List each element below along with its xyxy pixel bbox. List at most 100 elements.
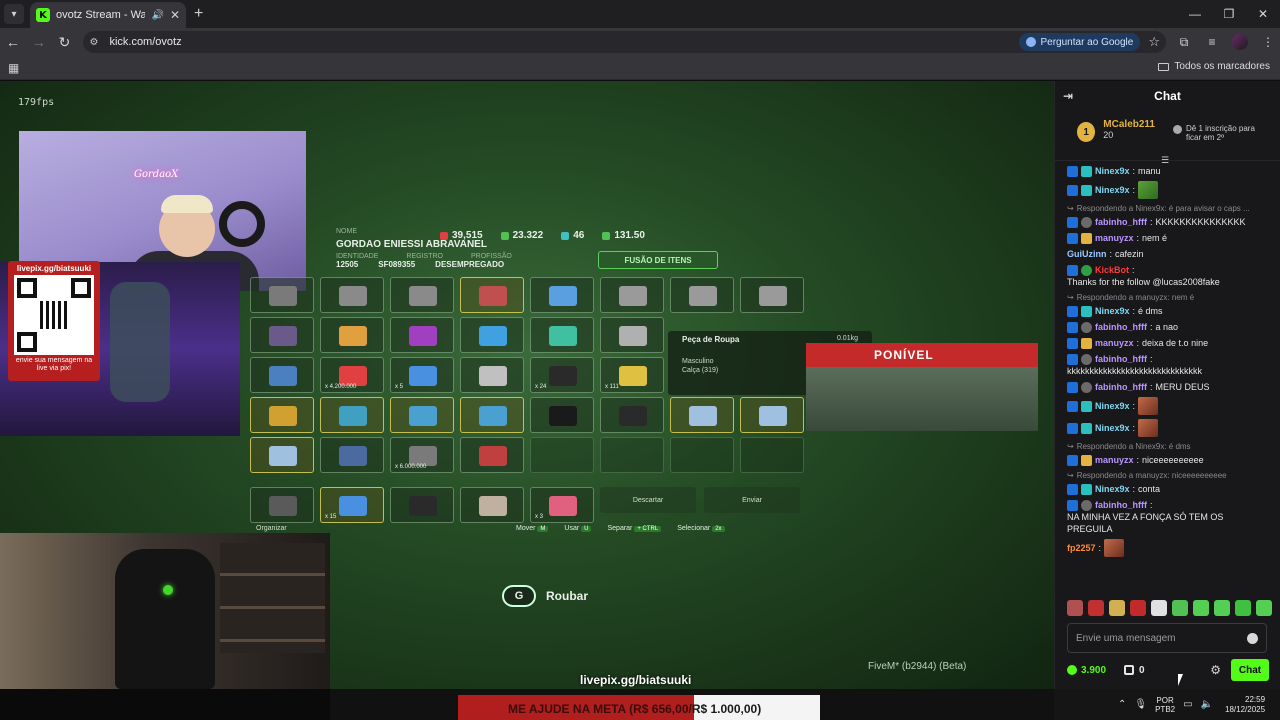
chat-settings-gear-icon[interactable]: ⚙	[1210, 663, 1221, 677]
chat-message[interactable]: fabinho_hfff: KKKKKKKKKKKKKKK	[1067, 216, 1269, 228]
collapse-chat-icon[interactable]: ⇥	[1063, 89, 1073, 103]
chat-username[interactable]: manuyzx	[1095, 454, 1134, 466]
chat-username[interactable]: Ninex9x	[1095, 305, 1130, 317]
chat-message[interactable]: manuyzx: niceeeeeeeeee	[1067, 454, 1269, 466]
chat-message[interactable]: GuiUzinn: cafezin	[1067, 248, 1269, 260]
chat-username[interactable]: Ninex9x	[1095, 184, 1130, 196]
chat-username[interactable]: fabinho_hfff	[1095, 321, 1147, 333]
ask-google-button[interactable]: Perguntar ao Google	[1019, 33, 1141, 51]
extensions-puzzle-icon[interactable]: ⧉	[1172, 30, 1196, 54]
inventory-slot[interactable]	[460, 437, 524, 473]
inventory-slot[interactable]	[740, 397, 804, 433]
tab-kick-stream[interactable]: K ovotz Stream - Watch Live o 🔊 ✕	[30, 2, 186, 28]
inventory-slot[interactable]	[530, 397, 594, 433]
inventory-slot-empty[interactable]	[740, 437, 804, 473]
inventory-slot[interactable]: x 111	[600, 357, 664, 393]
inventory-slot[interactable]	[600, 317, 664, 353]
inventory-slot[interactable]	[320, 397, 384, 433]
minimize-icon[interactable]: —	[1178, 0, 1212, 28]
chat-message[interactable]: Ninex9x:	[1067, 419, 1269, 437]
chat-message[interactable]: fabinho_hfff: kkkkkkkkkkkkkkkkkkkkkkkkkkk…	[1067, 353, 1269, 377]
inventory-slot[interactable]	[740, 277, 804, 313]
chat-username[interactable]: GuiUzinn	[1067, 248, 1107, 260]
hotbar-slot-2[interactable]: x 15	[320, 487, 384, 523]
enviar-button[interactable]: Enviar	[704, 487, 800, 513]
inventory-slot[interactable]	[250, 277, 314, 313]
inventory-slot-empty[interactable]	[600, 437, 664, 473]
chat-message[interactable]: fabinho_hfff: MERU DEUS	[1067, 381, 1269, 393]
chat-username[interactable]: fabinho_hfff	[1095, 353, 1147, 365]
gift-subs[interactable]: 0	[1124, 665, 1145, 676]
chat-username[interactable]: fp2257	[1067, 542, 1096, 554]
inventory-slot-empty[interactable]	[670, 437, 734, 473]
chevron-up-icon[interactable]: ⌃	[1118, 699, 1126, 710]
chat-message-input[interactable]: Envie uma mensagem	[1067, 623, 1267, 653]
chat-message[interactable]: Ninex9x:	[1067, 181, 1269, 199]
hotbar-slot-1[interactable]	[250, 487, 314, 523]
all-bookmarks-button[interactable]: Todos os marcadores	[1158, 61, 1270, 72]
emote-icon[interactable]	[1130, 600, 1146, 616]
forward-arrow-icon[interactable]: →	[26, 29, 52, 55]
inventory-slot[interactable]	[670, 277, 734, 313]
chat-username[interactable]: fabinho_hfff	[1095, 499, 1147, 511]
hotbar-slot-3[interactable]	[390, 487, 454, 523]
kebab-menu-icon[interactable]: ⋮	[1256, 30, 1280, 54]
restore-icon[interactable]: ❐	[1212, 0, 1246, 28]
emote-icon[interactable]	[1088, 600, 1104, 616]
reload-icon[interactable]: ↻	[52, 29, 78, 55]
channel-points[interactable]: 3.900	[1067, 665, 1106, 676]
hotbar-slot-4[interactable]	[460, 487, 524, 523]
inventory-slot-empty[interactable]	[530, 437, 594, 473]
chat-message[interactable]: fp2257:	[1067, 539, 1269, 557]
gift-leaderboard[interactable]: 1 MCaleb211 20 Dê 1 inscrição para ficar…	[1055, 111, 1280, 161]
chat-username[interactable]: KickBot	[1095, 264, 1129, 276]
inventory-slot[interactable]	[320, 437, 384, 473]
stream-video[interactable]: 179fps GordaoX livepix.gg/biatsuuki envi…	[0, 81, 1054, 689]
inventory-slot[interactable]	[530, 317, 594, 353]
inventory-slot[interactable]	[250, 317, 314, 353]
chat-username[interactable]: manuyzx	[1095, 232, 1134, 244]
chat-username[interactable]: Ninex9x	[1095, 400, 1130, 412]
clock[interactable]: 22:59 18/12/2025	[1225, 695, 1265, 715]
inventory-slot[interactable]	[390, 317, 454, 353]
media-playlist-icon[interactable]: ≡	[1200, 30, 1224, 54]
inventory-slot[interactable]	[460, 317, 524, 353]
address-bar[interactable]: ⚙ kick.com/ovotz Perguntar ao Google ☆	[83, 31, 1166, 53]
url-text[interactable]: kick.com/ovotz	[109, 36, 1019, 48]
emote-icon[interactable]	[1151, 600, 1167, 616]
inventory-slot[interactable]	[460, 277, 524, 313]
chat-username[interactable]: Ninex9x	[1095, 165, 1130, 177]
inventory-slot[interactable]: x 4.200.000	[320, 357, 384, 393]
microphone-icon[interactable]: 🎙	[1134, 699, 1147, 710]
tab-close-icon[interactable]: ✕	[170, 8, 180, 22]
emote-icon[interactable]	[1172, 600, 1188, 616]
inventory-slot[interactable]: x 24	[530, 357, 594, 393]
inventory-slot[interactable]	[530, 277, 594, 313]
speaker-icon[interactable]: 🔊	[151, 10, 163, 21]
descartar-button[interactable]: Descartar	[600, 487, 696, 513]
inventory-slot[interactable]	[250, 437, 314, 473]
chat-username[interactable]: Ninex9x	[1095, 422, 1130, 434]
inventory-slot[interactable]	[250, 397, 314, 433]
chat-message[interactable]: Ninex9x: é dms	[1067, 305, 1269, 317]
chat-message[interactable]: Ninex9x:	[1067, 397, 1269, 415]
leader-cta[interactable]: Dê 1 inscrição para ficar em 2º	[1173, 124, 1266, 160]
chat-username[interactable]: fabinho_hfff	[1095, 381, 1147, 393]
site-info-icon[interactable]: ⚙	[89, 37, 103, 48]
organizar-button[interactable]: Organizar	[256, 525, 287, 532]
send-chat-button[interactable]: Chat	[1231, 659, 1269, 681]
apps-grid-icon[interactable]: ▦	[8, 61, 19, 75]
emote-icon[interactable]	[1214, 600, 1230, 616]
chat-message[interactable]: fabinho_hfff: a nao	[1067, 321, 1269, 333]
emote-icon[interactable]	[1067, 600, 1083, 616]
volume-icon[interactable]: 🔈	[1201, 699, 1213, 710]
inventory-slot[interactable]	[460, 397, 524, 433]
inventory-slot[interactable]	[670, 397, 734, 433]
chat-username[interactable]: manuyzx	[1095, 337, 1134, 349]
emoji-picker-icon[interactable]	[1247, 632, 1258, 644]
emote-icon[interactable]	[1193, 600, 1209, 616]
chat-message[interactable]: manuyzx: deixa de t.o nine	[1067, 337, 1269, 349]
emote-icon[interactable]	[1109, 600, 1125, 616]
close-window-icon[interactable]: ✕	[1246, 0, 1280, 28]
chat-message[interactable]: manuyzx: nem é	[1067, 232, 1269, 244]
